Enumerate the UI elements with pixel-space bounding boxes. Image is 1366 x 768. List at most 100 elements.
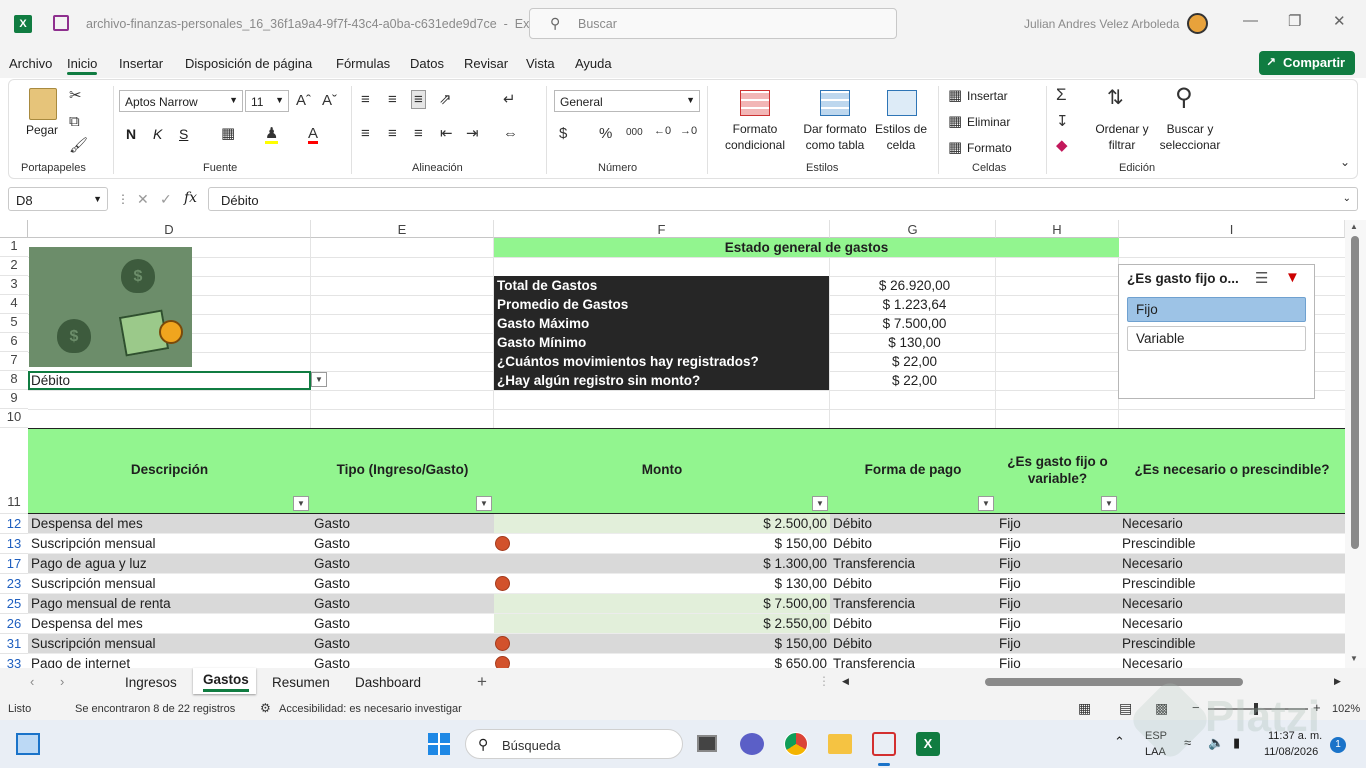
row-header[interactable]: 1 xyxy=(0,238,28,257)
percent-icon[interactable]: % xyxy=(599,126,612,141)
snipping-tool-icon[interactable] xyxy=(872,732,896,756)
summary-label[interactable]: Promedio de Gastos xyxy=(494,295,829,314)
table-cell-desc[interactable]: Despensa del mes xyxy=(28,514,311,534)
row-header[interactable]: 13 xyxy=(0,534,28,554)
copy-icon[interactable]: ⧉ xyxy=(69,114,80,129)
table-header-monto[interactable]: Monto xyxy=(494,460,830,480)
table-cell-fijo[interactable]: Fijo xyxy=(996,634,1119,654)
table-cell-desc[interactable]: Despensa del mes xyxy=(28,614,311,634)
shrink-font-icon[interactable]: Aˇ xyxy=(322,93,337,108)
table-cell-desc[interactable]: Pago mensual de renta xyxy=(28,594,311,614)
slicer-item-variable[interactable]: Variable xyxy=(1127,326,1306,351)
menu-vista[interactable]: Vista xyxy=(526,56,555,71)
row-header[interactable]: 10 xyxy=(0,409,28,428)
table-cell-forma[interactable]: Débito xyxy=(830,534,996,554)
delete-cells-button[interactable]: Eliminar xyxy=(967,115,1010,129)
tray-chevron-icon[interactable]: ⌃ xyxy=(1114,734,1125,750)
normal-view-icon[interactable]: ▦ xyxy=(1078,700,1091,717)
row-header[interactable]: 11 xyxy=(0,428,28,514)
table-cell-fijo[interactable]: Fijo xyxy=(996,654,1119,668)
table-cell-monto[interactable]: $ 130,00 xyxy=(494,574,830,594)
zoom-level[interactable]: 102% xyxy=(1332,703,1360,715)
grow-font-icon[interactable]: Aˆ xyxy=(296,93,311,108)
insert-cells-icon[interactable]: ▦ xyxy=(948,88,962,103)
col-header-e[interactable]: E xyxy=(311,220,494,238)
font-size-select[interactable]: 11 ▼ xyxy=(245,90,289,112)
row-header[interactable]: 9 xyxy=(0,390,28,409)
cancel-icon[interactable]: ✕ xyxy=(137,191,149,208)
table-cell-tipo[interactable]: Gasto xyxy=(311,574,494,594)
minimize-icon[interactable]: — xyxy=(1243,12,1258,29)
filter-active-icon[interactable]: ▼ xyxy=(1101,496,1117,511)
table-cell-nec[interactable]: Necesario xyxy=(1119,594,1345,614)
align-bottom-icon[interactable]: ≡ xyxy=(411,90,426,109)
table-header-forma[interactable]: Forma de pago xyxy=(830,460,996,480)
table-cell-desc[interactable]: Suscripción mensual xyxy=(28,634,311,654)
insert-cells-button[interactable]: Insertar xyxy=(967,89,1008,103)
delete-cells-icon[interactable]: ▦ xyxy=(948,114,962,129)
fill-color-icon[interactable]: ♟ xyxy=(265,126,279,144)
table-cell-tipo[interactable]: Gasto xyxy=(311,634,494,654)
table-cell-nec[interactable]: Necesario xyxy=(1119,614,1345,634)
menu-inicio[interactable]: Inicio xyxy=(67,56,98,75)
close-icon[interactable]: ✕ xyxy=(1333,12,1346,30)
align-center-icon[interactable]: ≡ xyxy=(388,126,397,141)
table-cell-desc[interactable]: Pago de agua y luz xyxy=(28,554,311,574)
user-name[interactable]: Julian Andres Velez Arboleda xyxy=(1024,17,1179,31)
taskbar-search[interactable]: ⚲ Búsqueda xyxy=(465,729,683,759)
col-header-d[interactable]: D xyxy=(28,220,311,238)
table-cell-nec[interactable]: Necesario xyxy=(1119,554,1345,574)
table-cell-nec[interactable]: Necesario xyxy=(1119,654,1345,668)
save-icon[interactable] xyxy=(53,15,69,31)
menu-formulas[interactable]: Fórmulas xyxy=(336,56,390,71)
row-header[interactable]: 26 xyxy=(0,614,28,634)
format-painter-icon[interactable]: 🖌 xyxy=(69,138,88,153)
add-sheet-icon[interactable]: + xyxy=(477,672,487,692)
conditional-format-button[interactable]: Formato condicional xyxy=(717,121,793,153)
row-header[interactable]: 23 xyxy=(0,574,28,594)
summary-value[interactable]: $ 130,00 xyxy=(830,333,996,352)
table-cell-monto[interactable]: $ 1.300,00 xyxy=(494,554,830,574)
multi-select-icon[interactable]: ☰ xyxy=(1255,269,1268,287)
tab-gastos[interactable]: Gastos xyxy=(203,672,249,692)
col-header-f[interactable]: F xyxy=(494,220,830,238)
tab-dashboard[interactable]: Dashboard xyxy=(355,675,421,690)
align-top-icon[interactable]: ≡ xyxy=(361,92,370,107)
table-cell-tipo[interactable]: Gasto xyxy=(311,534,494,554)
underline-button[interactable]: S xyxy=(179,126,188,142)
table-header-necesario[interactable]: ¿Es necesario o prescindible? xyxy=(1119,460,1345,480)
scroll-left-icon[interactable]: ◀ xyxy=(842,676,849,687)
menu-disposicion[interactable]: Disposición de página xyxy=(185,56,312,71)
borders-icon[interactable]: ▦ xyxy=(221,126,235,141)
expand-formula-icon[interactable]: ⌄ xyxy=(1343,193,1351,204)
align-right-icon[interactable]: ≡ xyxy=(414,126,423,141)
row-header[interactable]: 5 xyxy=(0,314,28,333)
fill-icon[interactable]: ↧ xyxy=(1056,114,1069,129)
table-cell-monto[interactable]: $ 650,00 xyxy=(494,654,830,668)
horizontal-scroll-thumb[interactable] xyxy=(985,678,1243,686)
font-color-icon[interactable]: A xyxy=(308,126,319,144)
increase-indent-icon[interactable]: ⇥ xyxy=(466,126,479,141)
table-header-tipo[interactable]: Tipo (Ingreso/Gasto) xyxy=(311,460,494,480)
menu-archivo[interactable]: Archivo xyxy=(9,56,52,71)
autosum-icon[interactable]: Σ xyxy=(1056,86,1067,103)
cut-icon[interactable]: ✂ xyxy=(69,88,82,103)
summary-label[interactable]: Gasto Mínimo xyxy=(494,333,829,352)
page-layout-icon[interactable]: ▤ xyxy=(1119,700,1132,717)
row-header[interactable]: 2 xyxy=(0,257,28,276)
table-cell-nec[interactable]: Prescindible xyxy=(1119,534,1345,554)
task-view-icon[interactable] xyxy=(697,735,717,752)
table-cell-monto[interactable]: $ 2.500,00 xyxy=(494,514,830,534)
formula-input[interactable]: Débito ⌄ xyxy=(208,187,1358,211)
summary-label[interactable]: ¿Cuántos movimientos hay registrados? xyxy=(494,352,829,371)
table-cell-tipo[interactable]: Gasto xyxy=(311,614,494,634)
format-table-icon[interactable] xyxy=(820,90,850,116)
table-cell-forma[interactable]: Débito xyxy=(830,574,996,594)
row-header[interactable]: 25 xyxy=(0,594,28,614)
table-cell-tipo[interactable]: Gasto xyxy=(311,554,494,574)
widgets-icon[interactable] xyxy=(16,733,40,755)
align-left-icon[interactable]: ≡ xyxy=(361,126,370,141)
excel-taskbar-icon[interactable]: X xyxy=(916,732,940,756)
scroll-down-icon[interactable]: ▼ xyxy=(1350,654,1358,663)
table-cell-fijo[interactable]: Fijo xyxy=(996,574,1119,594)
